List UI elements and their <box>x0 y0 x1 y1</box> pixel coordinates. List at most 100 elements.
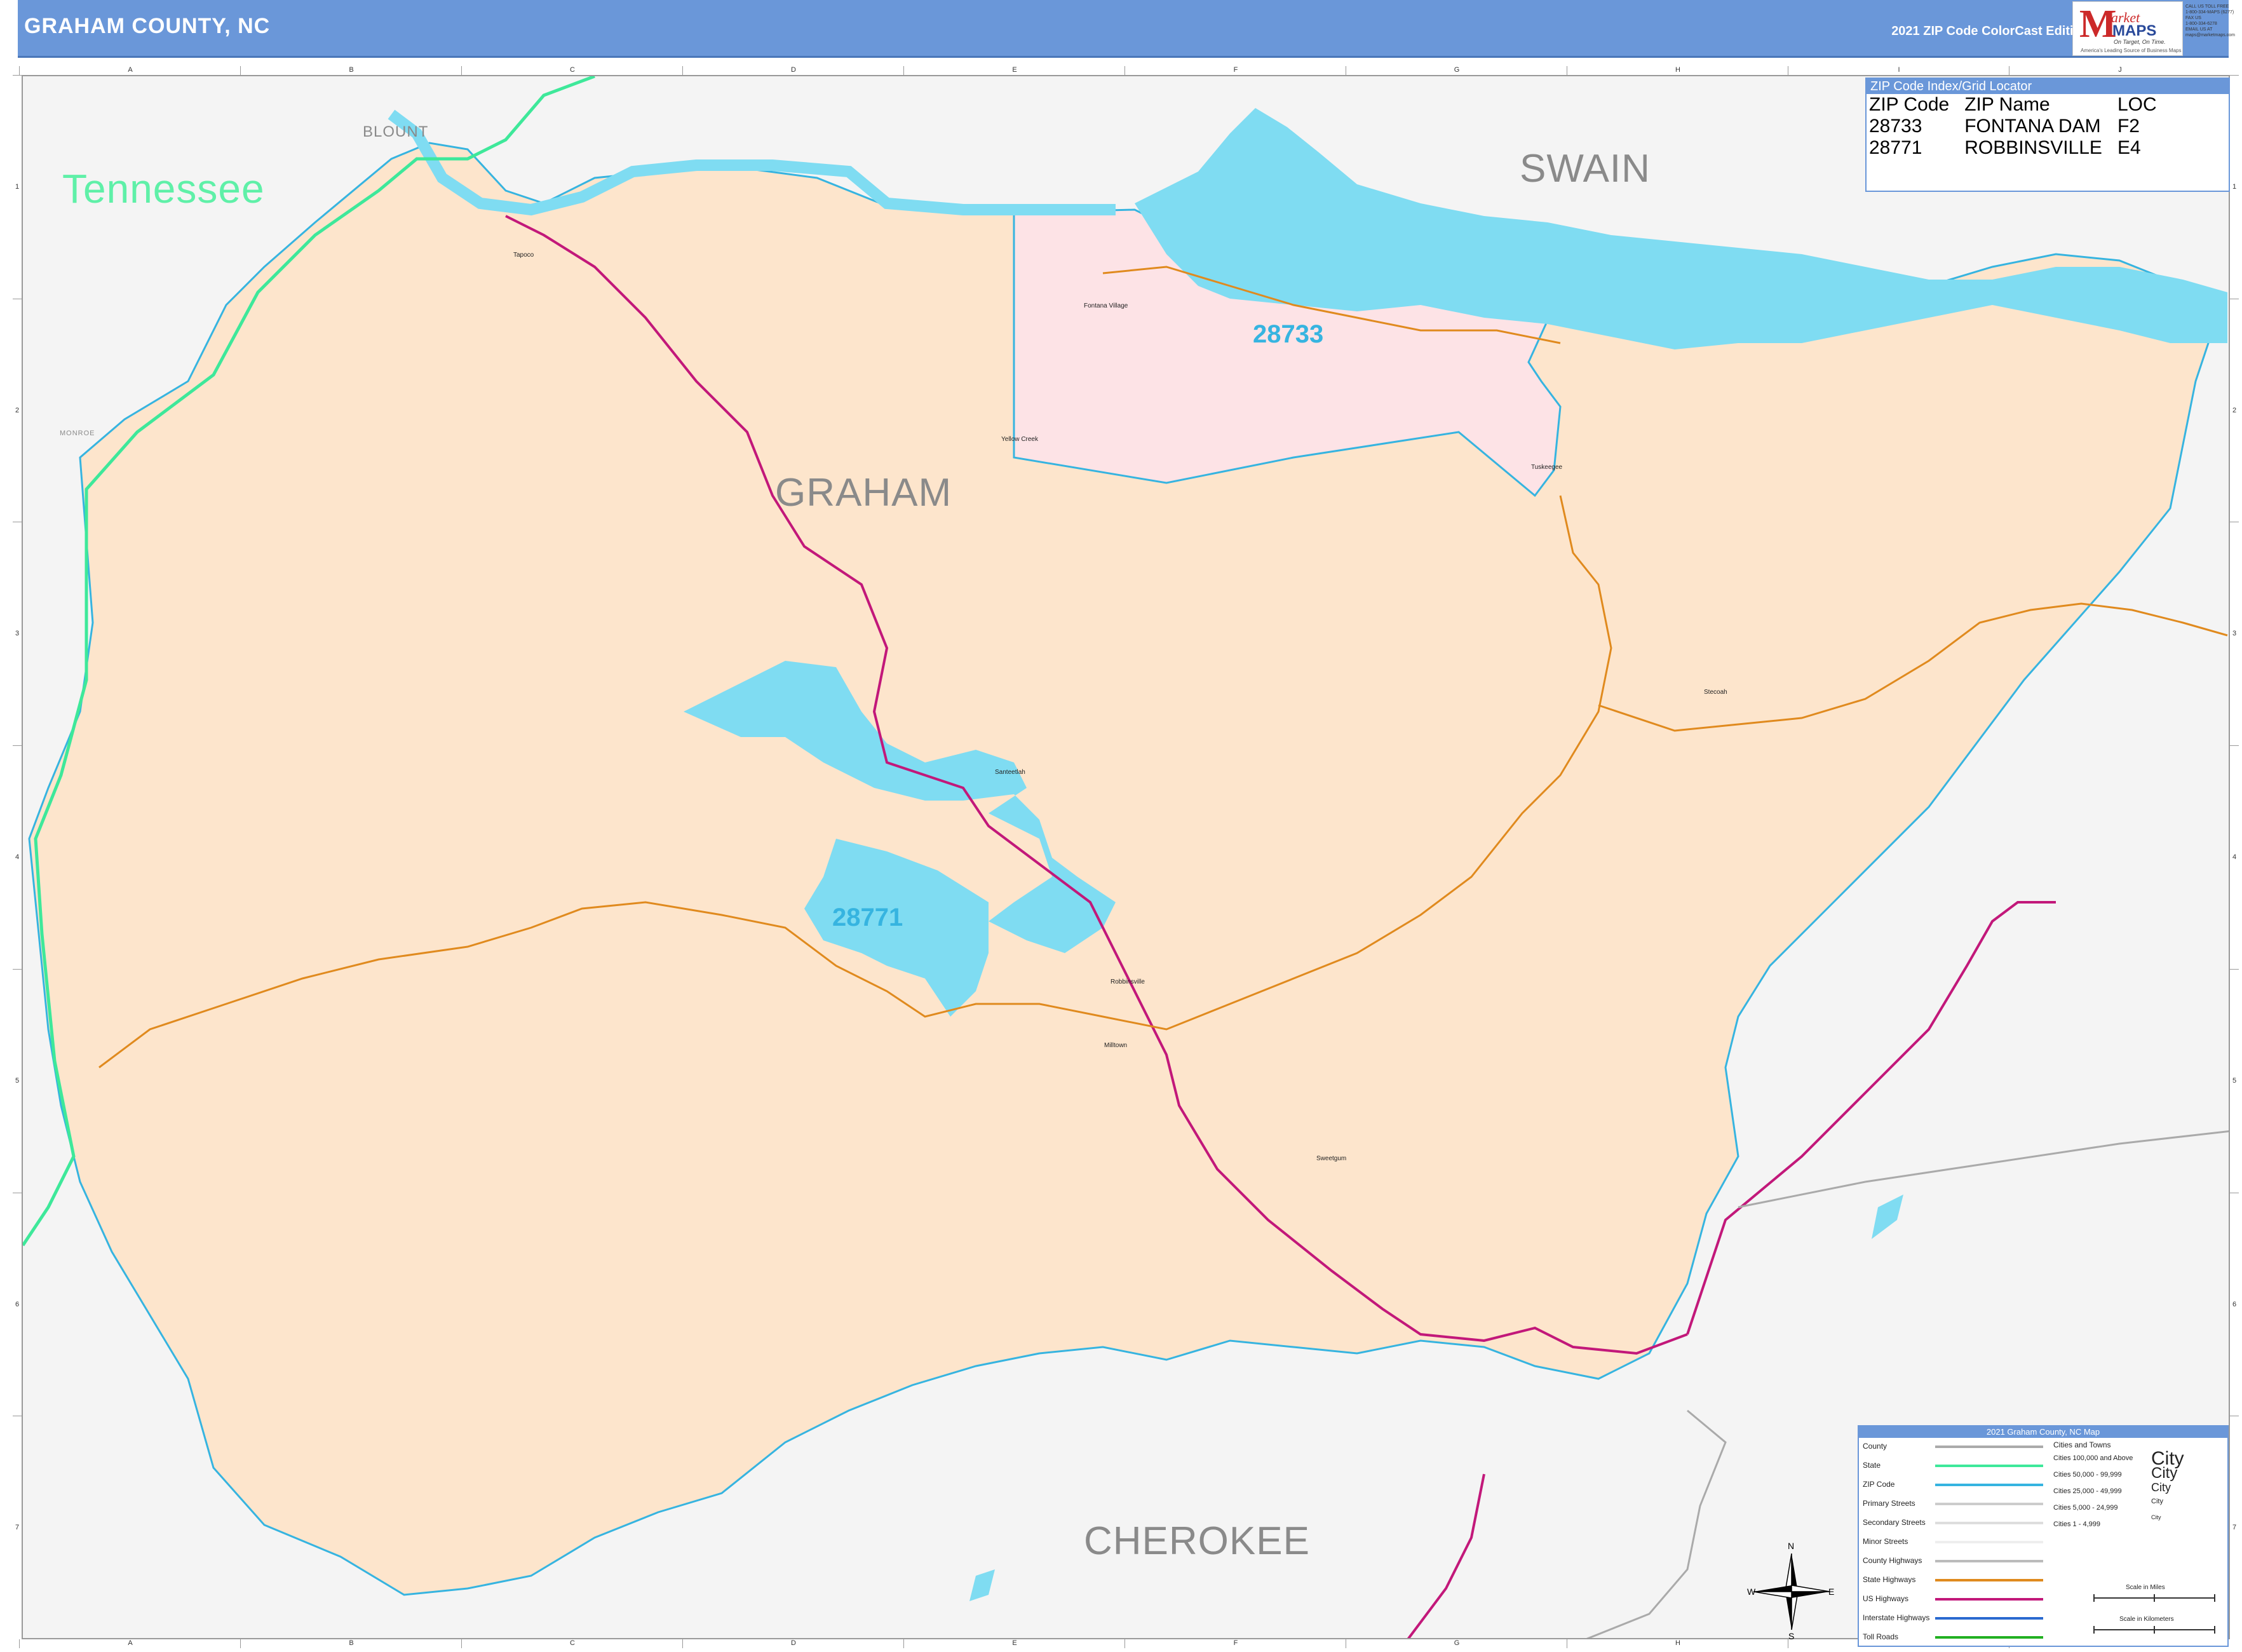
grid-column-label: A <box>19 1639 241 1648</box>
legend-city-sample: City <box>2151 1514 2161 1520</box>
legend-item-label: County <box>1863 1442 1887 1451</box>
compass-n: N <box>1788 1541 1795 1551</box>
compass-rose: N S E W <box>1747 1541 1836 1642</box>
column-header: ZIP Code <box>1869 94 1950 115</box>
region-cherokee: CHEROKEE <box>1084 1519 1310 1563</box>
legend-city-class: Cities 50,000 - 99,999 <box>2053 1471 2122 1479</box>
market-maps-logo: M arket MAPS On Target, On Time. America… <box>2072 1 2183 56</box>
place-label: Fontana Village <box>1084 302 1128 309</box>
legend-item-swatch <box>1935 1560 2043 1562</box>
grid-row-label: 5 <box>13 968 22 1193</box>
grid-column-label: G <box>1346 1639 1567 1648</box>
zip-name-cell: FONTANA DAM <box>1964 116 2101 137</box>
legend-city-sample: City <box>2151 1481 2171 1494</box>
legend-item-label: Minor Streets <box>1863 1537 1908 1546</box>
zip-name-cell: ROBBINSVILLE <box>1964 137 2102 158</box>
contact-line: CALL US TOLL FREE <box>2185 4 2229 9</box>
grid-row-label: 1 <box>2230 75 2239 299</box>
scale-miles-label: Scale in Miles <box>2126 1584 2165 1591</box>
map-title: GRAHAM COUNTY, NC <box>24 14 271 38</box>
place-label: Santeetlah <box>995 769 1025 776</box>
zip-code-cell: 28771 <box>1869 137 1922 158</box>
grid-ruler-left: 1234567 <box>13 75 22 1639</box>
compass-w: W <box>1747 1587 1756 1597</box>
edition-label: 2021 ZIP Code ColorCast Edition <box>1891 24 2089 38</box>
legend-city-class: Cities 1 - 4,999 <box>2053 1520 2100 1528</box>
grid-column-label: G <box>1346 66 1567 75</box>
grid-row-label: 7 <box>13 1416 22 1640</box>
grid-column-label: H <box>1567 66 1788 75</box>
contact-line: EMAIL US AT <box>2185 27 2213 32</box>
legend-city-class: Cities 25,000 - 49,999 <box>2053 1487 2122 1495</box>
contact-line: 1-800-334-6278 <box>2185 22 2217 26</box>
legend-item-label: Secondary Streets <box>1863 1518 1926 1527</box>
compass-s: S <box>1788 1631 1795 1641</box>
zip-code-cell: 28733 <box>1869 116 1922 137</box>
map-legend: 2021 Graham County, NC Map County State ZI… <box>1858 1425 2229 1647</box>
zip-label-28771: 28771 <box>832 904 903 931</box>
place-label: Stecoah <box>1704 689 1727 696</box>
grid-row-label: 7 <box>2230 1416 2239 1640</box>
contact-info: CALL US TOLL FREE 1-800-334-MAPS (6277) … <box>2185 4 2236 38</box>
scale-km-label: Scale in Kilometers <box>2119 1616 2174 1623</box>
legend-title: 2021 Graham County, NC Map <box>1859 1426 2227 1438</box>
grid-row-label: 2 <box>13 298 22 523</box>
place-label: Sweetgum <box>1316 1155 1347 1162</box>
legend-item-swatch <box>1935 1484 2043 1486</box>
legend-item-label: Interstate Highways <box>1863 1613 1930 1622</box>
zip-index-table: ZIP Code Index/Grid Locator ZIP Code ZIP… <box>1865 78 2230 192</box>
grid-row-label: 3 <box>13 522 22 746</box>
region-swain: SWAIN <box>1520 147 1651 191</box>
logo-slogan: America's Leading Source of Business Map… <box>2081 48 2182 53</box>
legend-item-swatch <box>1935 1541 2043 1543</box>
legend-item-label: Primary Streets <box>1863 1499 1915 1508</box>
region-blount: BLOUNT <box>363 123 429 140</box>
legend-item-swatch <box>1935 1503 2043 1505</box>
legend-city-class: Cities 100,000 and Above <box>2053 1454 2133 1462</box>
legend-item-label: State Highways <box>1863 1575 1916 1584</box>
grid-column-label: I <box>1788 66 2009 75</box>
region-monroe: MONROE <box>60 430 95 437</box>
table-header-row: ZIP Code ZIP Name LOC <box>1869 94 2172 116</box>
compass-icon <box>1753 1553 1830 1630</box>
map-canvas <box>23 76 2229 1638</box>
grid-ruler-right: 1234567 <box>2230 75 2239 1639</box>
map-header: GRAHAM COUNTY, NC 2021 ZIP Code ColorCas… <box>18 0 2229 58</box>
loc-cell: F2 <box>2117 116 2140 137</box>
legend-item-label: County Highways <box>1863 1556 1922 1565</box>
grid-column-label: C <box>461 66 683 75</box>
column-header: LOC <box>2117 94 2157 115</box>
grid-column-label: D <box>682 66 904 75</box>
scale-bars <box>2093 1594 2215 1634</box>
region-tennessee: Tennessee <box>62 166 265 212</box>
grid-row-label: 2 <box>2230 298 2239 523</box>
legend-item-label: ZIP Code <box>1863 1480 1895 1489</box>
grid-column-label: C <box>461 1639 683 1648</box>
small-lake-east <box>1872 1195 1903 1239</box>
place-label: Milltown <box>1104 1042 1128 1049</box>
county-line-cherokee <box>1586 1409 1727 1638</box>
legend-item-label: State <box>1863 1461 1881 1470</box>
legend-item-swatch <box>1935 1598 2043 1601</box>
contact-line: maps@marketmaps.com <box>2185 33 2235 37</box>
county-line-east <box>1738 1130 2229 1209</box>
column-header: ZIP Name <box>1964 94 2050 115</box>
place-label: Tuskeegee <box>1531 464 1563 471</box>
legend-item-label: Toll Roads <box>1863 1632 1899 1641</box>
contact-line: FAX US <box>2185 16 2201 20</box>
logo-tagline: On Target, On Time. <box>2114 39 2166 45</box>
legend-item-swatch <box>1935 1465 2043 1467</box>
grid-row-label: 4 <box>2230 745 2239 970</box>
legend-city-sample: City <box>2151 1498 2163 1505</box>
grid-column-label: B <box>240 66 462 75</box>
grid-column-label: A <box>19 66 241 75</box>
map-area[interactable]: BLOUNT Tennessee SWAIN GRAHAM CHEROKEE M… <box>22 75 2230 1639</box>
grid-column-label: J <box>2009 66 2231 75</box>
zip-index-heading: ZIP Code Index/Grid Locator <box>1867 79 2229 94</box>
region-graham: GRAHAM <box>775 471 952 515</box>
grid-row-label: 3 <box>2230 522 2239 746</box>
compass-e: E <box>1828 1587 1835 1597</box>
legend-item-label: US Highways <box>1863 1594 1909 1603</box>
grid-column-label: D <box>682 1639 904 1648</box>
place-label: Robbinsville <box>1111 978 1145 985</box>
